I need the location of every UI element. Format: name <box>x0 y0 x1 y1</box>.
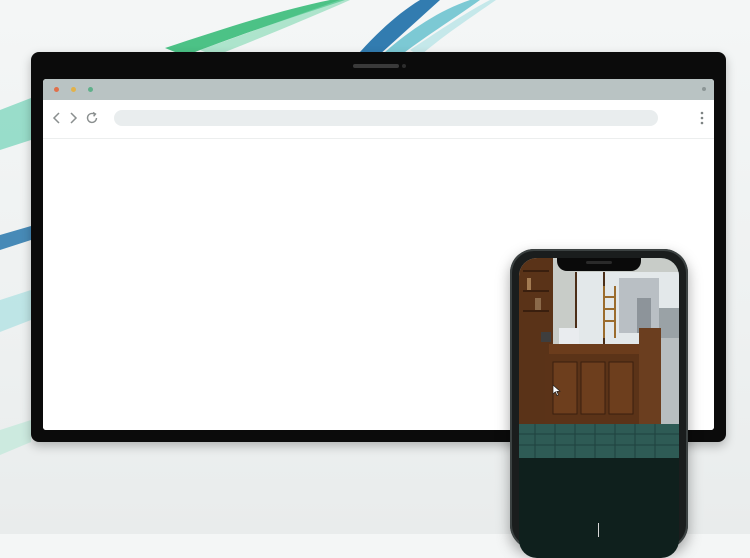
browser-menu-button[interactable] <box>698 110 706 126</box>
phone-frame <box>510 249 688 558</box>
phone-home-indicator <box>598 523 599 537</box>
window-close-button[interactable] <box>54 87 59 92</box>
mouse-cursor-icon <box>553 385 561 396</box>
reload-icon <box>86 111 98 124</box>
back-button[interactable] <box>49 110 65 126</box>
phone-screen <box>519 258 679 558</box>
window-minimize-button[interactable] <box>71 87 76 92</box>
phone-notch <box>557 258 641 271</box>
titlebar-dot-icon <box>702 87 706 91</box>
browser-toolbar <box>43 100 714 139</box>
browser-titlebar <box>43 79 714 100</box>
chevron-right-icon <box>70 112 78 124</box>
laptop-camera-bar <box>353 64 399 68</box>
forward-button[interactable] <box>65 110 81 126</box>
more-vertical-icon <box>700 111 704 125</box>
phone-speaker <box>586 261 612 264</box>
reload-button[interactable] <box>84 110 100 126</box>
window-maximize-button[interactable] <box>88 87 93 92</box>
address-bar-input[interactable] <box>114 110 658 126</box>
laptop-camera-icon <box>402 64 406 68</box>
cafe-interior-photo <box>519 258 679 458</box>
chevron-left-icon <box>52 112 60 124</box>
